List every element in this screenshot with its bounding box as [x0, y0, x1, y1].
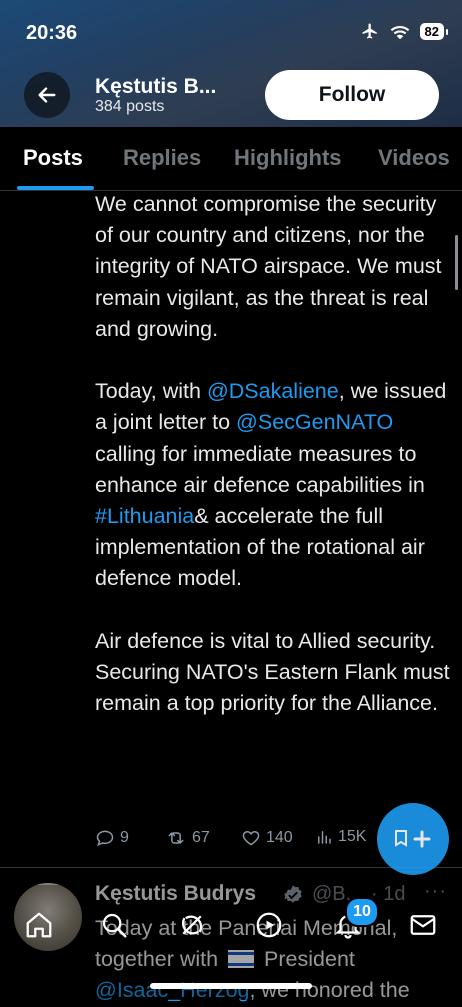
wifi-icon	[390, 26, 409, 39]
like-count: 140	[266, 829, 293, 846]
reply-button[interactable]: 9	[95, 828, 129, 848]
messages-envelope-icon[interactable]	[408, 910, 438, 940]
scrollbar[interactable]	[455, 235, 458, 290]
tweet-body[interactable]: We cannot compromise the security of our…	[95, 189, 455, 719]
grok-icon[interactable]	[177, 910, 207, 940]
battery-indicator: 82	[419, 22, 449, 40]
tab-replies[interactable]: Replies	[123, 145, 201, 171]
airplane-icon	[362, 23, 377, 39]
views-count: 15K	[338, 828, 367, 845]
like-button[interactable]: 140	[241, 828, 293, 848]
tweet-text-segment: Today, with	[95, 379, 207, 404]
active-tab-indicator	[17, 186, 94, 190]
status-bar: 20:36 82	[0, 0, 462, 60]
status-time: 20:36	[26, 22, 78, 44]
compose-plus-icon	[395, 830, 431, 848]
tab-videos[interactable]: Videos	[378, 145, 450, 171]
tweet-paragraph-2: Today, with @DSakaliene, we issued a joi…	[95, 376, 455, 594]
arrow-left-icon	[38, 87, 56, 103]
views-button[interactable]: 15K	[315, 828, 366, 846]
views-icon	[318, 831, 331, 844]
repost-count: 67	[192, 829, 210, 846]
profile-posts-count: 384 posts	[95, 98, 165, 115]
follow-button[interactable]: Follow	[265, 70, 439, 120]
profile-tabs: Posts Replies Highlights Videos	[0, 127, 462, 191]
mention-link-dsakaliene[interactable]: @DSakaliene	[207, 379, 339, 403]
mention-link-secgennato[interactable]: @SecGenNATO	[236, 410, 393, 434]
tweet-actions: 9 67 140 15K	[95, 828, 375, 856]
profile-name: Kęstutis B...	[95, 75, 217, 98]
search-icon[interactable]	[99, 910, 129, 940]
home-icon[interactable]	[24, 910, 54, 940]
status-icons: 82	[360, 22, 449, 40]
tweet-text-segment: calling for immediate measures to enhanc…	[95, 441, 425, 497]
notifications-badge: 10	[345, 897, 379, 927]
reply-count: 9	[120, 829, 129, 846]
tweet-paragraph-1: We cannot compromise the security of our…	[95, 192, 442, 341]
repost-button[interactable]: 67	[165, 828, 210, 848]
tab-highlights[interactable]: Highlights	[234, 145, 342, 171]
hashtag-link-lithuania[interactable]: #Lithuania	[95, 504, 194, 528]
reply-icon	[96, 830, 114, 846]
repost-icon	[168, 832, 184, 844]
home-indicator	[150, 983, 312, 989]
heart-icon	[242, 830, 260, 846]
tab-posts[interactable]: Posts	[23, 145, 83, 171]
tweet-paragraph-3: Air defence is vital to Allied security.…	[95, 628, 450, 716]
back-button[interactable]	[24, 72, 70, 118]
compose-post-button[interactable]	[377, 803, 449, 875]
communities-play-icon[interactable]	[254, 910, 284, 940]
